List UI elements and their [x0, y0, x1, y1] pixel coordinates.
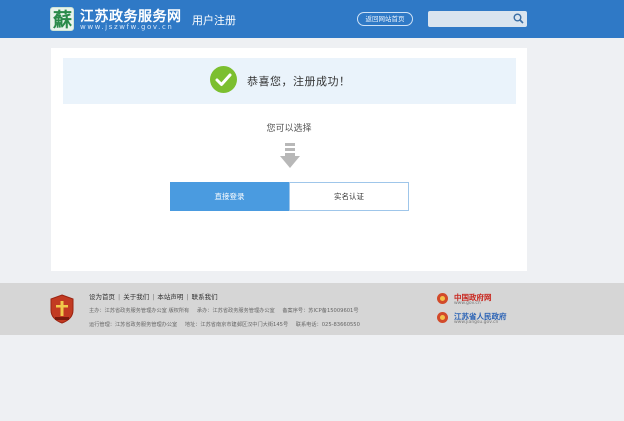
check-icon — [210, 66, 237, 93]
national-emblem-icon — [437, 312, 448, 323]
footer-address: 地址：江苏省南京市建邺区汉中门大街145号 — [184, 322, 289, 328]
footer-info-line-2: 运行管理：江苏省政务服务管理办公室 地址：江苏省南京市建邺区汉中门大街145号 … — [89, 321, 366, 328]
footer-link-about[interactable]: 关于我们 — [123, 293, 149, 301]
direct-login-button[interactable]: 直接登录 — [170, 182, 289, 211]
page-title: 用户注册 — [192, 14, 236, 27]
real-name-verify-button[interactable]: 实名认证 — [289, 182, 409, 211]
national-emblem-icon — [437, 293, 448, 304]
footer-link-statement[interactable]: 本站声明 — [157, 293, 183, 301]
success-banner: 恭喜您，注册成功！ — [63, 58, 516, 104]
site-logo[interactable]: 蘇 — [50, 7, 74, 31]
footer-operator: 运行管理：江苏省政务服务管理办公室 — [89, 322, 178, 328]
footer-phone: 联系电话：025-83660550 — [295, 322, 360, 328]
search-button[interactable] — [510, 11, 527, 27]
choose-prompt: 您可以选择 — [266, 124, 312, 134]
arrow-down-icon — [280, 143, 300, 168]
site-url: www.jszwfw.gov.cn — [80, 23, 174, 31]
footer-links: 设为首页 | 关于我们 | 本站声明 | 联系我们 — [89, 293, 218, 301]
logo-glyph: 蘇 — [53, 9, 73, 31]
footer-link-set-home[interactable]: 设为首页 — [89, 293, 115, 301]
success-message: 恭喜您，注册成功！ — [247, 75, 351, 88]
page-background — [0, 335, 624, 421]
search-icon — [513, 13, 524, 24]
result-card: 恭喜您，注册成功！ 您可以选择 直接登录 实名认证 — [51, 48, 527, 271]
footer-organizer: 承办：江苏省政务服务管理办公室 — [196, 308, 275, 314]
emblem-icon — [50, 294, 74, 324]
footer-sponsor: 主办：江苏省政务服务管理办公室 版权所有 — [89, 308, 190, 314]
home-button[interactable]: 返回网站首页 — [357, 12, 413, 26]
footer-link-contact[interactable]: 联系我们 — [192, 293, 218, 301]
site-header: 蘇 江苏政务服务网 www.jszwfw.gov.cn 用户注册 返回网站首页 — [0, 0, 624, 38]
partner-url: www.gov.cn — [454, 301, 481, 306]
footer-icp: 备案序号：苏ICP备15009601号 — [282, 308, 359, 314]
site-footer: 设为首页 | 关于我们 | 本站声明 | 联系我们 主办：江苏省政务服务管理办公室 版权所有… — [0, 283, 624, 335]
footer-info-line-1: 主办：江苏省政务服务管理办公室 版权所有 承办：江苏省政务服务管理办公室 备案序… — [89, 307, 365, 314]
partner-url: www.jiangsu.gov.cn — [454, 320, 499, 325]
search-input[interactable] — [428, 11, 516, 27]
